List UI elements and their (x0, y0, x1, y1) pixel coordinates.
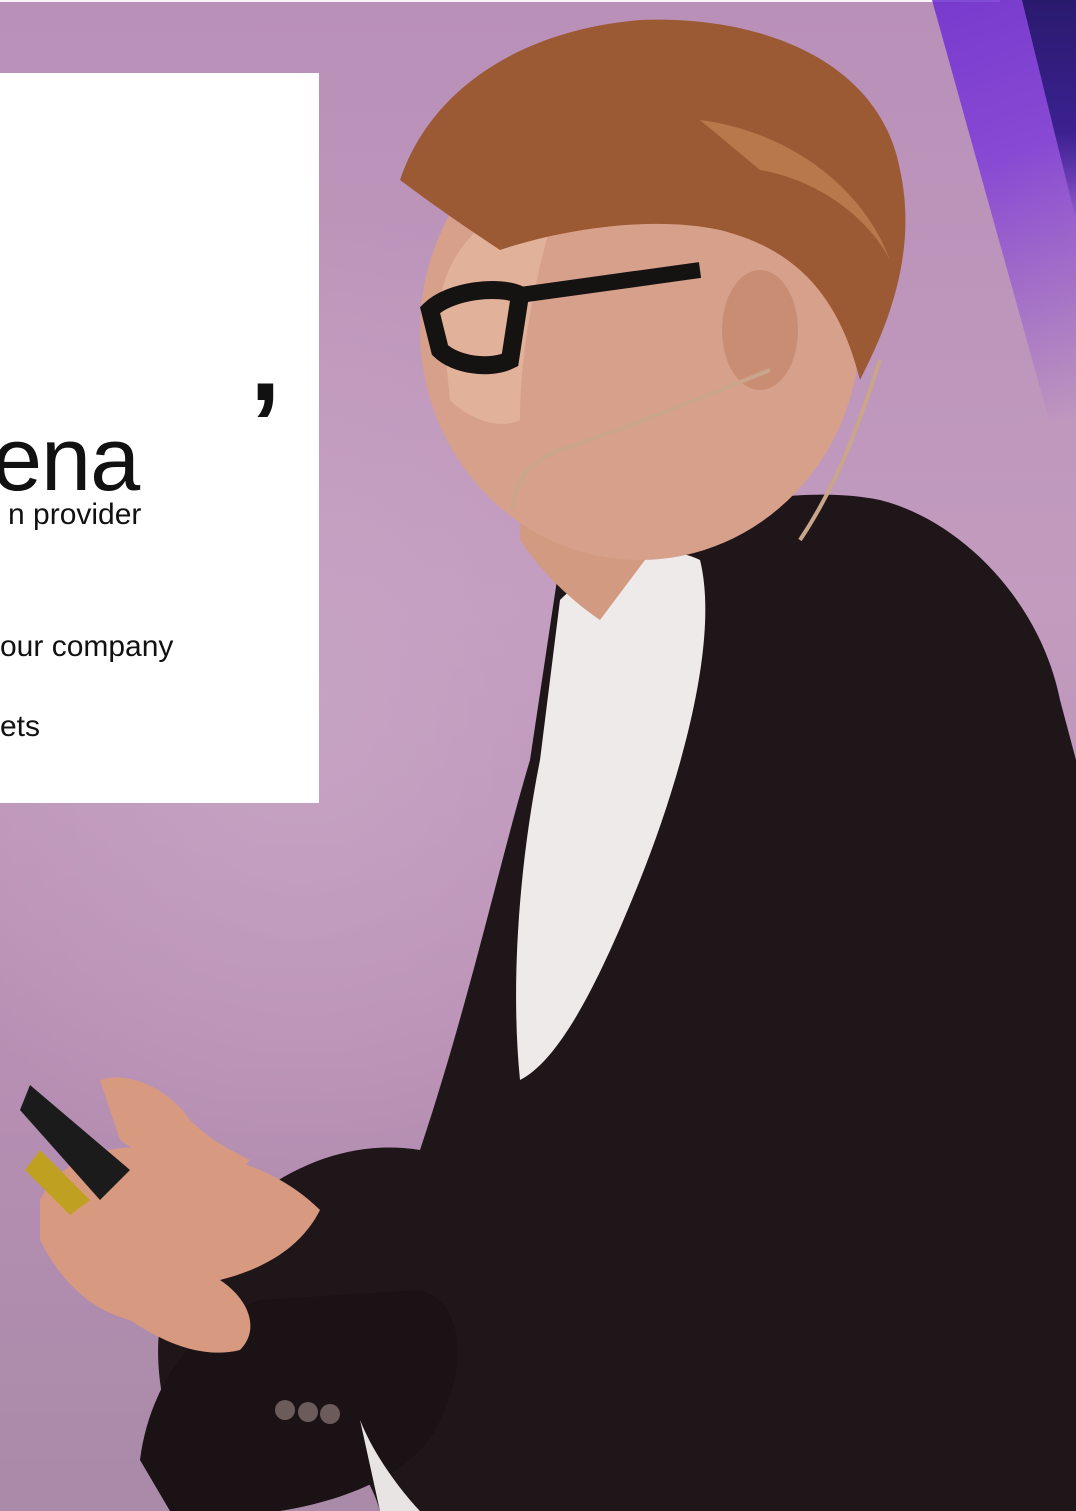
headline: ena (0, 410, 140, 510)
headline-comma: , (250, 301, 281, 424)
bullet-line-3: ets (0, 710, 41, 743)
hero-section: , ena n provider our company ets (0, 0, 1076, 1511)
bullet-line-2: our company (0, 630, 174, 663)
hero-text-card: , ena n provider our company ets (0, 73, 319, 803)
bullet-line-1: n provider (8, 498, 142, 531)
